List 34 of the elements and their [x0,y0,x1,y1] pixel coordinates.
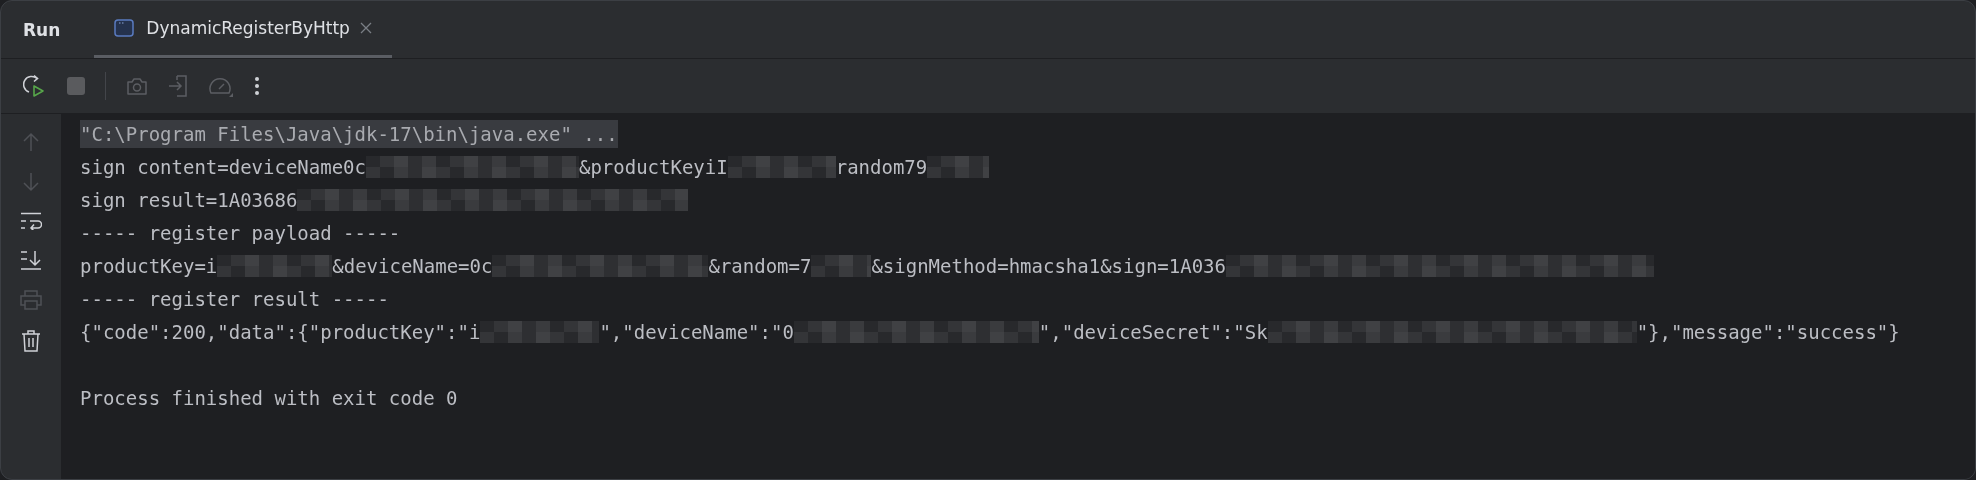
redacted-mosaic [927,155,990,178]
more-icon[interactable] [254,76,260,96]
console-text: &deviceName=0c [332,254,493,277]
console-text: &productKeyiI [579,155,728,178]
rerun-icon[interactable] [23,74,47,98]
gauge-icon[interactable] [208,75,234,97]
console-text: Process finished with exit code 0 [80,386,458,409]
soft-wrap-icon[interactable] [20,212,42,230]
sign-in-icon[interactable] [168,75,188,97]
redacted-mosaic [811,254,872,277]
run-tab[interactable]: DynamicRegisterByHttp [94,1,392,58]
window-icon [114,19,135,37]
console-text: sign result=1A03686 [80,188,298,211]
trash-icon[interactable] [21,330,41,352]
console-text: productKey=i [80,254,218,277]
console-text: ","deviceName":"0 [599,320,794,343]
close-icon[interactable] [359,22,372,34]
stop-icon[interactable] [67,77,85,95]
printer-icon[interactable] [20,290,42,310]
console-text: {"code":200,"data":{"productKey":"i [80,320,481,343]
arrow-down-icon[interactable] [23,172,39,192]
console-text: "},"message":"success"} [1636,320,1900,343]
scroll-to-end-icon[interactable] [20,250,42,270]
console-text: ","deviceSecret":"Sk [1038,320,1268,343]
console-text: &random=7 [708,254,812,277]
console-text: sign content=deviceName0c [80,155,366,178]
camera-icon[interactable] [126,76,148,96]
console-text: random79 [835,155,928,178]
arrow-up-icon[interactable] [23,132,39,152]
command-line-text: "C:\Program Files\Java\jdk-17\bin\java.exe" ... [80,119,618,148]
console-text: &signMethod=hmacsha1&sign=1A036 [871,254,1226,277]
panel-title: Run [23,19,61,40]
console-text: ----- register result ----- [80,287,389,310]
console-text: ----- register payload ----- [80,221,401,244]
